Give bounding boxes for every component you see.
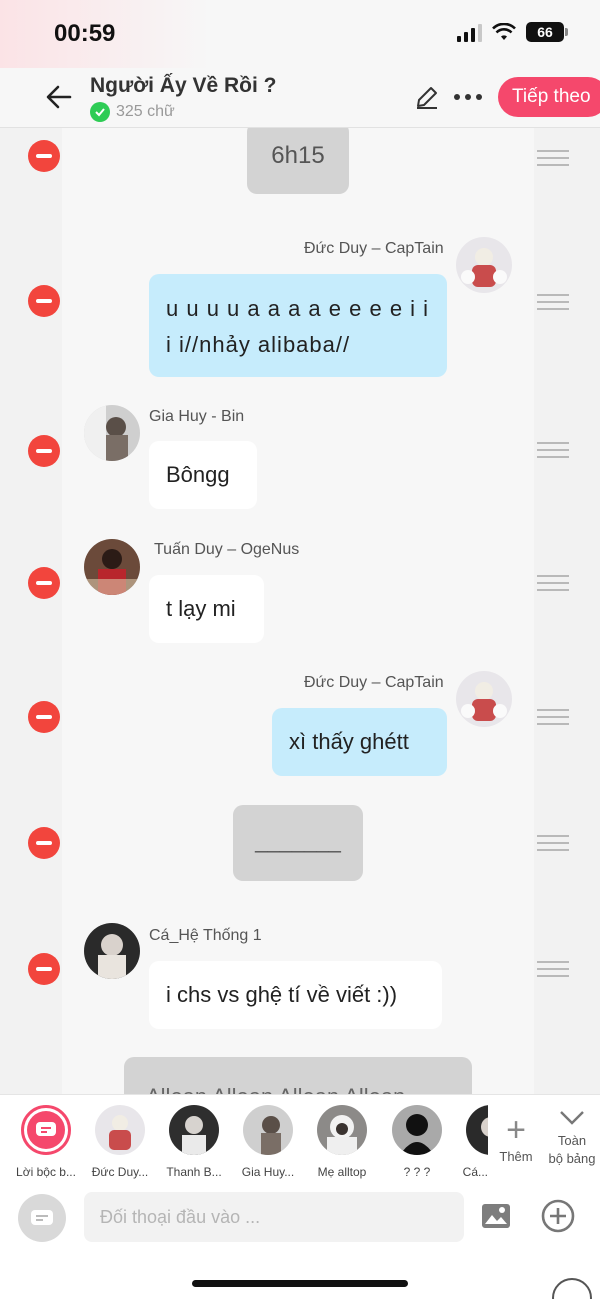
next-button[interactable]: Tiếp theo: [498, 77, 600, 117]
drag-handle-icon[interactable]: [537, 575, 569, 593]
remove-message-icon[interactable]: [28, 285, 60, 317]
character-item[interactable]: Thanh B...: [162, 1105, 226, 1179]
message-bubble[interactable]: i chs vs ghệ tí về viết :)): [149, 961, 442, 1029]
scroll-to-top-button[interactable]: [552, 1278, 592, 1299]
avatar: [243, 1105, 293, 1155]
character-label: Đức Duy...: [91, 1165, 149, 1179]
image-icon[interactable]: [480, 1202, 512, 1230]
message-bubble[interactable]: xì thấy ghétt: [272, 708, 447, 776]
sender-name: Gia Huy - Bin: [149, 408, 245, 425]
narration-bubble[interactable]: Allean Allean Allean Allean: [124, 1057, 472, 1094]
avatar[interactable]: [84, 405, 140, 461]
chat-bubble-icon: [27, 1111, 65, 1149]
avatar[interactable]: [456, 237, 512, 293]
check-icon: [90, 102, 110, 122]
character-item[interactable]: Mẹ alltop: [310, 1105, 374, 1179]
more-options-icon[interactable]: [454, 94, 482, 100]
character-item[interactable]: Gia Huy...: [236, 1105, 300, 1179]
avatar: [169, 1105, 219, 1155]
sender-name: Tuấn Duy – OgeNus: [154, 541, 300, 558]
word-count-row: 325 chữ: [90, 102, 277, 122]
avatar[interactable]: [456, 671, 512, 727]
avatar: [95, 1105, 145, 1155]
remove-message-icon[interactable]: [28, 953, 60, 985]
battery-icon: 66: [526, 22, 568, 42]
character-item[interactable]: ? ? ?: [385, 1105, 449, 1179]
home-indicator: [192, 1280, 408, 1287]
add-character-label: Thêm: [499, 1149, 533, 1164]
editor-header: Người Ấy Về Rồi ? 325 chữ Tiếp theo: [0, 68, 600, 128]
character-label: Mẹ alltop: [317, 1165, 367, 1179]
expand-all-label: bộ bảng: [548, 1151, 596, 1166]
word-count: 325 chữ: [116, 103, 175, 120]
drag-handle-icon[interactable]: [537, 442, 569, 460]
remove-message-icon[interactable]: [28, 827, 60, 859]
remove-message-icon[interactable]: [28, 567, 60, 599]
expand-all-label: Toàn: [557, 1133, 587, 1148]
story-title: Người Ấy Về Rồi ?: [90, 74, 277, 97]
character-label: Lời bộc b...: [16, 1165, 76, 1179]
character-label: ? ? ?: [403, 1165, 431, 1179]
add-circle-icon[interactable]: [540, 1198, 576, 1234]
signal-icon: [457, 22, 482, 42]
narration-bubble[interactable]: _______: [233, 805, 363, 881]
plus-icon: +: [506, 1111, 526, 1149]
message-bubble[interactable]: u u u u a a a a e e e e i i i i//nhảy al…: [149, 274, 447, 377]
character-strip: Lời bộc b... Đức Duy... Thanh B... Gia H…: [0, 1094, 600, 1186]
sender-name: Đức Duy – CapTain: [304, 240, 444, 257]
chat-area[interactable]: 6h15 Đức Duy – CapTain u u u u a a a a e…: [0, 128, 600, 1094]
avatar[interactable]: [84, 539, 140, 595]
message-line: u u u u a a a a e e e e i i: [166, 296, 430, 321]
wifi-icon: [492, 23, 516, 40]
speaker-selector[interactable]: [18, 1194, 66, 1242]
character-label: Thanh B...: [166, 1165, 222, 1179]
character-narrator[interactable]: Lời bộc b...: [14, 1105, 78, 1179]
remove-message-icon[interactable]: [28, 435, 60, 467]
drag-handle-icon[interactable]: [537, 961, 569, 979]
status-time: 00:59: [54, 20, 116, 47]
add-character-button[interactable]: + Thêm: [496, 1111, 536, 1164]
avatar[interactable]: [84, 923, 140, 979]
narrator-avatar: [21, 1105, 71, 1155]
drag-handle-icon[interactable]: [537, 294, 569, 312]
input-bar: [0, 1186, 600, 1299]
avatar: [466, 1105, 488, 1155]
dialogue-input[interactable]: [84, 1192, 464, 1242]
avatar: [392, 1105, 442, 1155]
remove-message-icon[interactable]: [28, 701, 60, 733]
avatar: [317, 1105, 367, 1155]
character-item[interactable]: Cá...: [448, 1105, 488, 1179]
message-bubble[interactable]: t lạy mi: [149, 575, 264, 643]
sender-name: Cá_Hệ Thống 1: [149, 927, 262, 944]
character-item[interactable]: Đức Duy...: [88, 1105, 152, 1179]
expand-all-button[interactable]: Toàn bộ bảng: [544, 1109, 600, 1168]
character-label: Gia Huy...: [241, 1165, 295, 1179]
pencil-icon[interactable]: [414, 84, 440, 110]
character-label: Cá...: [462, 1165, 488, 1179]
drag-handle-icon[interactable]: [537, 835, 569, 853]
message-bubble[interactable]: Bôngg: [149, 441, 257, 509]
status-icons: 66: [457, 22, 568, 42]
drag-handle-icon[interactable]: [537, 150, 569, 168]
title-block: Người Ấy Về Rồi ? 325 chữ: [90, 74, 277, 122]
narration-bubble[interactable]: 6h15: [247, 128, 349, 194]
chevron-down-icon: [560, 1111, 584, 1125]
sender-name: Đức Duy – CapTain: [304, 674, 444, 691]
chat-bubble-icon: [31, 1210, 53, 1225]
message-line: i i//nhảy alibaba//: [166, 332, 351, 357]
arrow-left-icon[interactable]: [44, 82, 74, 112]
drag-handle-icon[interactable]: [537, 709, 569, 727]
status-bar: 00:59 66: [0, 0, 600, 68]
remove-message-icon[interactable]: [28, 140, 60, 172]
